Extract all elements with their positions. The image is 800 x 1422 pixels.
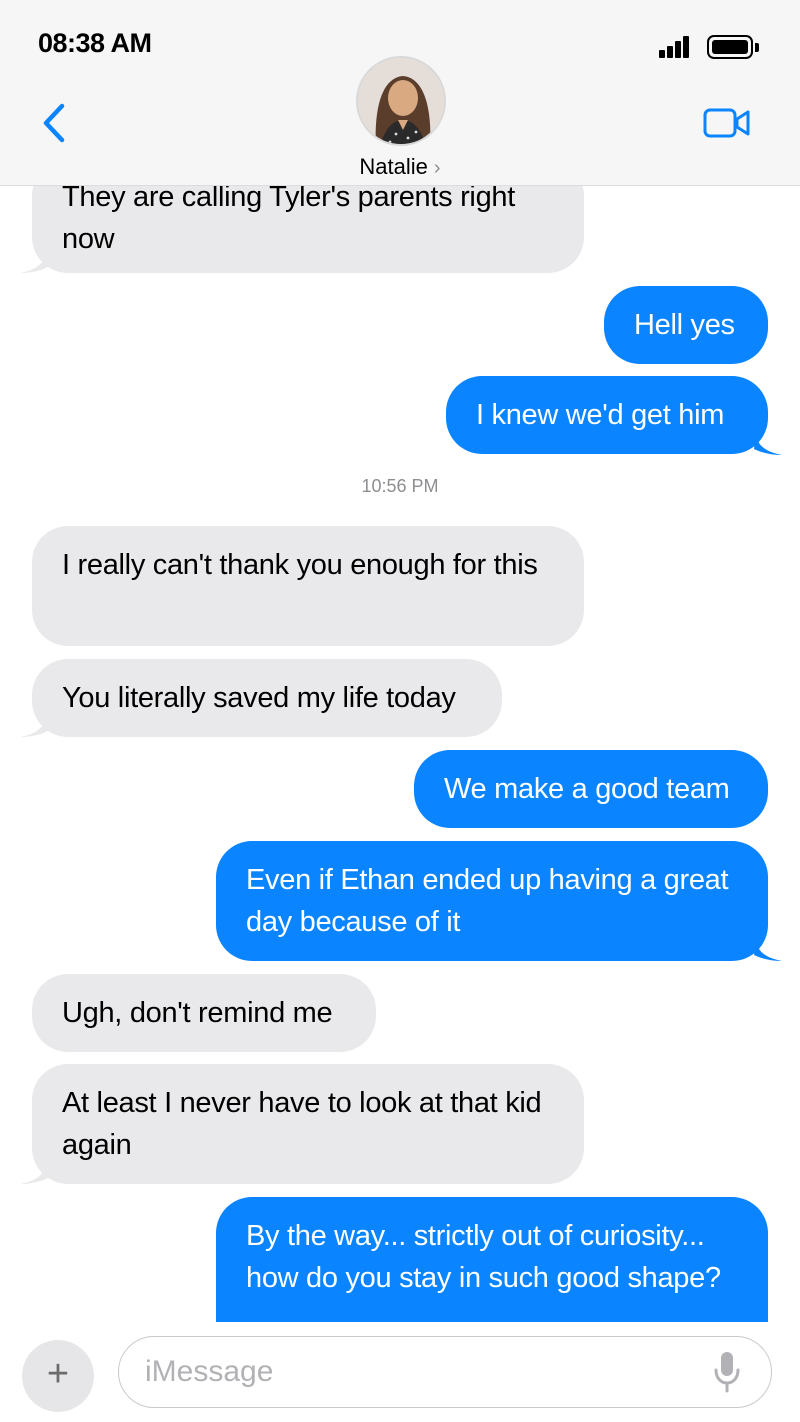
message-bubble-outgoing[interactable]: We make a good team <box>414 750 768 828</box>
contact-name: Natalie <box>359 154 428 179</box>
compose-bar: + <box>0 1322 800 1422</box>
message-text: At least I never have to look at that ki… <box>62 1087 542 1161</box>
back-button[interactable] <box>36 100 76 146</box>
contact-name-button[interactable]: Natalie › <box>0 154 800 180</box>
message-bubble-outgoing[interactable]: Hell yes <box>604 286 768 364</box>
message-bubble-outgoing[interactable]: Even if Ethan ended up having a great da… <box>216 841 768 961</box>
conversation-header: 08:38 AM Natalie › <box>0 0 800 186</box>
plus-icon: + <box>46 1353 70 1395</box>
bubble-tail <box>20 713 48 737</box>
plus-button[interactable]: + <box>22 1340 94 1412</box>
video-call-button[interactable] <box>702 106 752 140</box>
chevron-right-icon: › <box>433 157 441 179</box>
message-text: I knew we'd get him <box>476 399 725 431</box>
message-thread[interactable]: They are calling Tyler's parents right n… <box>0 0 800 1422</box>
microphone-icon[interactable] <box>712 1350 742 1394</box>
message-bubble-incoming[interactable]: I really can't thank you enough for this <box>32 526 584 646</box>
bubble-tail <box>754 431 782 455</box>
bubble-tail <box>754 937 782 961</box>
contact-avatar[interactable] <box>356 56 446 146</box>
message-text: Ugh, don't remind me <box>62 997 333 1029</box>
status-time: 08:38 AM <box>38 28 152 58</box>
message-input[interactable] <box>118 1336 772 1408</box>
message-bubble-incoming[interactable]: You literally saved my life today <box>32 659 502 737</box>
message-text: We make a good team <box>444 773 730 805</box>
message-bubble-incoming[interactable]: At least I never have to look at that ki… <box>32 1064 584 1184</box>
battery-icon <box>707 35 759 59</box>
message-text: By the way... strictly out of curiosity.… <box>246 1220 721 1294</box>
message-text: I really can't thank you enough for this <box>62 549 538 581</box>
message-text: They are calling Tyler's parents right n… <box>62 181 515 255</box>
message-text: Hell yes <box>634 309 735 341</box>
message-bubble-incoming[interactable]: Ugh, don't remind me <box>32 974 376 1052</box>
messages-screen: They are calling Tyler's parents right n… <box>0 0 800 1422</box>
message-text: Even if Ethan ended up having a great da… <box>246 864 729 938</box>
message-bubble-outgoing[interactable]: I knew we'd get him <box>446 376 768 454</box>
message-timestamp: 10:56 PM <box>361 476 439 496</box>
bubble-tail <box>20 249 48 273</box>
message-text: You literally saved my life today <box>62 682 456 714</box>
avatar-photo <box>358 58 444 144</box>
bubble-tail <box>20 1160 48 1184</box>
signal-strength-icon <box>659 36 691 58</box>
